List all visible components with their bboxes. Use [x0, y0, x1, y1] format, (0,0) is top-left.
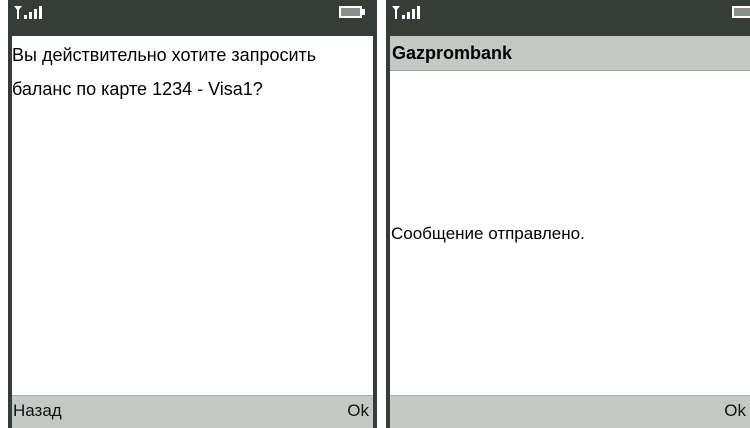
status-bar: [386, 0, 750, 36]
phone-confirm-screen: Вы действительно хотите запросить баланс…: [8, 0, 377, 428]
signal-strength-icon: [14, 6, 42, 19]
softkey-bar: Назад Ok: [12, 395, 373, 428]
ok-softkey[interactable]: Ok: [347, 401, 369, 421]
confirm-message: Вы действительно хотите запросить баланс…: [12, 45, 317, 99]
screen: Вы действительно хотите запросить баланс…: [12, 36, 373, 396]
ok-softkey[interactable]: Ok: [724, 401, 746, 421]
screen: Gazprombank Сообщение отправлено.: [390, 36, 750, 396]
phone-result-screen: Gazprombank Сообщение отправлено. Ok: [386, 0, 750, 428]
battery-icon: [339, 6, 365, 18]
app-title: Gazprombank: [390, 36, 750, 71]
status-bar: [8, 0, 377, 36]
softkey-bar: Ok: [390, 395, 750, 428]
back-softkey[interactable]: Назад: [13, 401, 62, 421]
battery-icon: [732, 6, 750, 18]
signal-strength-icon: [392, 6, 420, 19]
sent-status-message: Сообщение отправлено.: [391, 224, 585, 243]
